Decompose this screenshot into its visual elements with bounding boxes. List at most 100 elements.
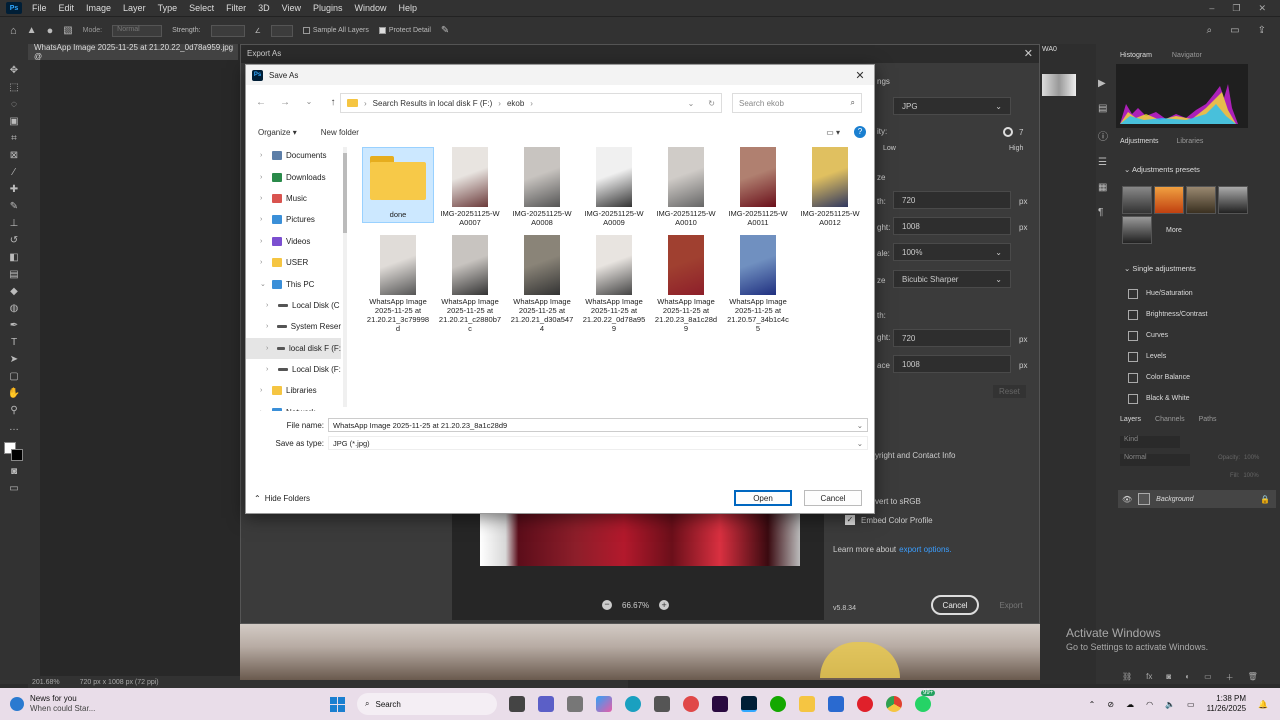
chevron-right-icon[interactable]: ›: [260, 195, 268, 202]
file-item[interactable]: WhatsApp Image 2025-11-25 at 21.20.21_3c79…: [362, 235, 434, 333]
tab-layers[interactable]: Layers: [1120, 416, 1141, 423]
layer-kind-filter[interactable]: Kind: [1120, 436, 1180, 448]
dodge-icon[interactable]: ◍: [7, 302, 21, 316]
file-item[interactable]: IMG-20251125-W A0008: [506, 147, 578, 227]
hide-folders-button[interactable]: ⌃ Hide Folders: [246, 494, 310, 503]
tool-preset-icon[interactable]: ▲: [27, 25, 37, 36]
lasso-tool-icon[interactable]: ◌: [7, 98, 21, 112]
file-item[interactable]: WhatsApp Image 2025-11-25 at 21.20.21_c288…: [434, 235, 506, 333]
file-item[interactable]: IMG-20251125-W A0007: [434, 147, 506, 227]
menu-help[interactable]: Help: [393, 3, 424, 13]
status-zoom[interactable]: 201.68%: [32, 679, 60, 686]
quality-slider-handle[interactable]: [1003, 127, 1013, 137]
volume-icon[interactable]: 🔈: [1165, 700, 1175, 709]
move-tool-icon[interactable]: ✥: [7, 64, 21, 78]
close-icon[interactable]: ✕: [846, 69, 874, 82]
opacity-control[interactable]: Opacity: 100%: [1218, 455, 1259, 461]
height-input[interactable]: 1008: [893, 217, 1011, 235]
chevron-right-icon[interactable]: ›: [260, 152, 268, 159]
object-select-icon[interactable]: ▣: [7, 115, 21, 129]
scale-select[interactable]: 100% ⌄: [893, 243, 1011, 261]
nav-item[interactable]: › Downloads: [246, 166, 341, 187]
tab-paths[interactable]: Paths: [1199, 416, 1217, 423]
help-icon[interactable]: ?: [854, 126, 866, 138]
play-icon[interactable]: ▶: [1098, 78, 1108, 89]
onedrive-icon[interactable]: ☁: [1126, 700, 1134, 709]
news-widget[interactable]: News for you When could Star...: [0, 694, 330, 714]
preset-2[interactable]: [1154, 186, 1184, 214]
file-item[interactable]: IMG-20251125-W A0012: [794, 147, 866, 227]
open-button[interactable]: Open: [734, 490, 792, 506]
chevron-up-icon[interactable]: ⌃: [1089, 700, 1096, 709]
more-presets[interactable]: More: [1166, 227, 1182, 234]
premiere-icon[interactable]: [712, 696, 728, 712]
file-item[interactable]: WhatsApp Image 2025-11-25 at 21.20.23_8a1c…: [650, 235, 722, 333]
sample-all-layers-checkbox[interactable]: Sample All Layers: [302, 27, 369, 34]
nav-item[interactable]: › Music: [246, 188, 341, 209]
file-item[interactable]: IMG-20251125-W A0010: [650, 147, 722, 227]
nav-item[interactable]: › Local Disk (C: [246, 295, 341, 316]
back-arrow-icon[interactable]: ←: [254, 97, 268, 108]
adj-hue-saturation[interactable]: Hue/Saturation: [1128, 283, 1207, 304]
group-icon[interactable]: ▭: [1204, 672, 1212, 683]
mask-icon[interactable]: ◙: [1166, 672, 1171, 683]
brush-tool-icon[interactable]: ✎: [7, 200, 21, 214]
properties-icon[interactable]: ☰: [1098, 157, 1108, 168]
document-tab[interactable]: WhatsApp Image 2025-11-25 at 21.20.22_0d…: [28, 43, 238, 61]
chevron-right-icon[interactable]: ›: [260, 174, 268, 181]
screen-mode-icon[interactable]: ▭: [7, 482, 21, 496]
nav-item[interactable]: › Libraries: [246, 380, 341, 401]
menu-select[interactable]: Select: [183, 3, 220, 13]
forward-arrow-icon[interactable]: →: [278, 97, 292, 108]
folder-item[interactable]: done: [362, 147, 434, 223]
link-layers-icon[interactable]: ⛓: [1122, 672, 1132, 683]
file-item[interactable]: IMG-20251125-W A0011: [722, 147, 794, 227]
chevron-down-icon[interactable]: ⌄: [857, 439, 863, 448]
path-select-icon[interactable]: ➤: [7, 353, 21, 367]
stamp-tool-icon[interactable]: ⊥: [7, 217, 21, 231]
adj-color-balance[interactable]: Color Balance: [1128, 367, 1207, 388]
protect-detail-checkbox[interactable]: Protect Detail: [378, 27, 431, 34]
more-tools-icon[interactable]: …: [7, 421, 21, 435]
nav-item[interactable]: › Pictures: [246, 209, 341, 230]
preset-4[interactable]: [1218, 186, 1248, 214]
new-folder-button[interactable]: New folder: [321, 128, 359, 137]
network-off-icon[interactable]: ⊘: [1107, 700, 1114, 709]
layer-name[interactable]: Background: [1156, 496, 1193, 503]
maximize-icon[interactable]: ❐: [1232, 3, 1240, 14]
brush-settings-icon[interactable]: ▧: [63, 25, 72, 36]
gradient-icon[interactable]: ▤: [7, 268, 21, 282]
tab-histogram[interactable]: Histogram: [1120, 52, 1152, 59]
menu-filter[interactable]: Filter: [220, 3, 252, 13]
preset-3[interactable]: [1186, 186, 1216, 214]
address-bar[interactable]: › Search Results in local disk F (F:) › …: [340, 93, 722, 113]
menu-layer[interactable]: Layer: [117, 3, 152, 13]
copilot-icon[interactable]: [596, 696, 612, 712]
chevron-right-icon[interactable]: ›: [260, 216, 268, 223]
address-dropdown-icon[interactable]: ⌄: [688, 99, 695, 108]
type-tool-icon[interactable]: T: [7, 336, 21, 350]
eraser-icon[interactable]: ◧: [7, 251, 21, 265]
convert-srgb-checkbox[interactable]: vert to sRGB: [875, 497, 921, 506]
chevron-right-icon[interactable]: ›: [260, 409, 268, 411]
width-input[interactable]: 720: [893, 191, 1011, 209]
quick-mask-icon[interactable]: ◙: [7, 465, 21, 479]
upwork-icon[interactable]: [770, 696, 786, 712]
up-arrow-icon[interactable]: ↑: [326, 97, 340, 108]
folder-icon[interactable]: [799, 696, 815, 712]
zoom-out-icon[interactable]: −: [602, 600, 612, 610]
photoshop-taskbar-icon[interactable]: [741, 696, 757, 712]
metadata-copyright[interactable]: yright and Contact Info: [875, 451, 956, 460]
canvas-height-input[interactable]: 1008: [893, 355, 1011, 373]
home-icon[interactable]: ⌂: [10, 25, 17, 37]
whatsapp-icon[interactable]: 99+: [915, 690, 936, 712]
app-icon[interactable]: [828, 696, 844, 712]
menu-file[interactable]: File: [26, 3, 53, 13]
eye-icon[interactable]: 👁: [1122, 495, 1132, 504]
chevron-down-icon[interactable]: ⌄: [857, 421, 863, 430]
tab-libraries[interactable]: Libraries: [1177, 138, 1204, 145]
export-cancel-button[interactable]: Cancel: [931, 595, 979, 615]
notification-bell-icon[interactable]: 🔔: [1258, 700, 1268, 709]
paragraph-icon[interactable]: ¶: [1098, 207, 1108, 218]
hand-tool-icon[interactable]: ✋: [7, 387, 21, 401]
